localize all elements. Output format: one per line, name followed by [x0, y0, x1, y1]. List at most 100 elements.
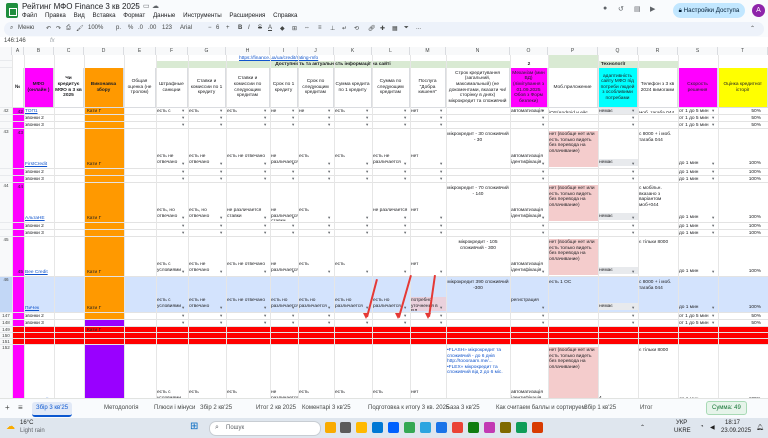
chevron-down-icon[interactable]: ▾ — [328, 269, 330, 275]
column-header-h[interactable]: H — [226, 47, 270, 55]
tab-2[interactable]: Методологія — [104, 402, 138, 415]
menu-view[interactable]: Вид — [74, 12, 85, 19]
row-header[interactable]: 147 — [0, 313, 12, 320]
chevron-down-icon[interactable]: ▾ — [542, 269, 544, 275]
wrap-icon[interactable]: ↵ — [342, 25, 347, 32]
tab-9[interactable]: Как считаем баллы и сортируем — [496, 402, 586, 415]
chevron-down-icon[interactable]: ▾ — [182, 305, 184, 311]
column-header-q[interactable]: Q — [598, 47, 638, 55]
chevron-down-icon[interactable]: ▾ — [440, 161, 442, 167]
chevron-down-icon[interactable]: ▾ — [632, 161, 634, 167]
zoom-select[interactable]: 100% — [88, 25, 103, 31]
chevron-down-icon[interactable]: ▾ — [182, 269, 184, 275]
italic-button[interactable]: I — [248, 25, 250, 31]
row-header[interactable] — [0, 223, 12, 230]
font-size-increase[interactable]: + — [226, 25, 230, 31]
decimal-increase-button[interactable]: .00 — [148, 25, 156, 31]
column-header-g[interactable]: G — [188, 47, 226, 55]
search-icon[interactable]: ⌕ — [10, 25, 13, 32]
tab-1[interactable]: Збір 3 кв'25 — [32, 402, 73, 417]
mfo-link[interactable]: ПиЧек — [24, 305, 54, 312]
chevron-down-icon[interactable]: ▾ — [404, 305, 406, 311]
chevron-down-icon[interactable]: ▾ — [404, 269, 406, 275]
valign-icon[interactable]: ⊥ — [330, 25, 335, 32]
chevron-down-icon[interactable]: ▾ — [366, 215, 368, 221]
comment-icon[interactable]: ▤ — [634, 5, 641, 13]
chevron-down-icon[interactable]: ▾ — [712, 305, 714, 311]
undo-icon[interactable]: ↶ — [46, 25, 51, 32]
align-icon[interactable]: ≡ — [318, 25, 322, 31]
column-header-c[interactable]: C — [54, 47, 84, 55]
chevron-down-icon[interactable]: ▾ — [542, 305, 544, 311]
avatar[interactable]: A — [752, 4, 765, 17]
sum-indicator[interactable]: Сумма: 49 — [706, 401, 747, 415]
column-header-i[interactable]: I — [270, 47, 298, 55]
column-header-s[interactable]: S — [678, 47, 718, 55]
app-icon-green[interactable] — [516, 422, 527, 433]
chevron-down-icon[interactable]: ▾ — [292, 161, 294, 167]
fill-color-icon[interactable]: ◆ — [280, 25, 285, 32]
row-header[interactable] — [0, 230, 12, 237]
taskview-icon[interactable] — [340, 422, 351, 433]
chevron-down-icon[interactable]: ▾ — [220, 215, 222, 221]
column-header-j[interactable]: J — [298, 47, 334, 55]
user-avatar-1[interactable]: ● — [603, 5, 607, 12]
chevron-down-icon[interactable]: ▾ — [366, 269, 368, 275]
excel-icon[interactable] — [468, 422, 479, 433]
taskbar-search[interactable]: ⌕ Пошук — [209, 421, 321, 436]
font-size-decrease[interactable]: − — [208, 25, 212, 31]
clock-time[interactable]: 18:17 — [725, 420, 740, 426]
chevron-down-icon[interactable]: ▾ — [264, 161, 266, 167]
weather-desc[interactable]: Light rain — [20, 428, 45, 434]
chevron-down-icon[interactable]: ▾ — [292, 269, 294, 275]
row-header[interactable]: 42 — [0, 108, 12, 115]
link-icon[interactable]: 🔗︎ — [368, 25, 376, 32]
row-header[interactable] — [0, 122, 12, 129]
chevron-down-icon[interactable]: ▾ — [404, 215, 406, 221]
column-header-d[interactable]: D — [84, 47, 124, 55]
chevron-down-icon[interactable]: ▾ — [712, 161, 714, 167]
chevron-down-icon[interactable]: ▾ — [328, 215, 330, 221]
row-header[interactable]: 43 — [0, 129, 12, 169]
tab-8[interactable]: База 3 кв'25 — [446, 402, 480, 415]
column-header-n[interactable]: N — [446, 47, 510, 55]
column-header-r[interactable]: R — [638, 47, 678, 55]
menu-insert[interactable]: Вставка — [93, 12, 116, 19]
tab-3[interactable]: Плюси і мінуси — [154, 402, 195, 415]
app-icon-pink[interactable] — [484, 422, 495, 433]
row-header[interactable] — [0, 61, 12, 68]
menu-tools[interactable]: Инструменты — [183, 12, 222, 19]
clock-date[interactable]: 23.09.2025 — [721, 428, 751, 434]
row-header[interactable]: 46 — [0, 277, 12, 313]
star-icon[interactable]: ☆ — [134, 2, 140, 10]
column-header-e[interactable]: E — [124, 47, 156, 55]
tab-7[interactable]: Подготовка к итогу 3 кв. 2025 — [368, 402, 449, 415]
wifi-icon[interactable]: ◔ — [700, 424, 704, 430]
name-box[interactable]: 146:146 — [4, 38, 26, 44]
row-header[interactable]: 45 — [0, 237, 12, 277]
chevron-down-icon[interactable]: ▾ — [220, 305, 222, 311]
filter-icon[interactable]: ⏷ — [404, 25, 409, 32]
row-header[interactable]: 44 — [0, 183, 12, 223]
add-sheet-icon[interactable]: + — [5, 403, 10, 412]
chevron-down-icon[interactable]: ▾ — [292, 305, 294, 311]
chevron-down-icon[interactable]: ▾ — [632, 305, 634, 311]
all-sheets-icon[interactable]: ≡ — [18, 403, 23, 412]
paint-format-icon[interactable]: 🖌︎ — [76, 25, 84, 32]
app-icon-dark[interactable] — [500, 422, 511, 433]
chevron-down-icon[interactable]: ▾ — [440, 215, 442, 221]
formula-input[interactable] — [64, 39, 754, 45]
chevron-down-icon[interactable]: ▾ — [632, 215, 634, 221]
share-button[interactable]: 🔒︎ Настройки Доступа — [673, 3, 745, 18]
menu-file[interactable]: Файл — [22, 12, 37, 19]
chevron-down-icon[interactable]: ▾ — [328, 305, 330, 311]
notifications-icon[interactable]: 🔔︎ — [756, 424, 764, 431]
language-indicator[interactable]: УКР — [676, 420, 687, 426]
menu-help[interactable]: Справка — [273, 12, 297, 19]
menu-extensions[interactable]: Расширения — [229, 12, 265, 19]
tab-5[interactable]: Итог 2 кв 2025 — [256, 402, 296, 415]
chevron-down-icon[interactable]: ▾ — [264, 305, 266, 311]
chevron-down-icon[interactable]: ▾ — [264, 215, 266, 221]
mfo-link[interactable]: АльтаНЕ — [24, 215, 54, 222]
chevron-down-icon[interactable]: ▾ — [712, 215, 714, 221]
